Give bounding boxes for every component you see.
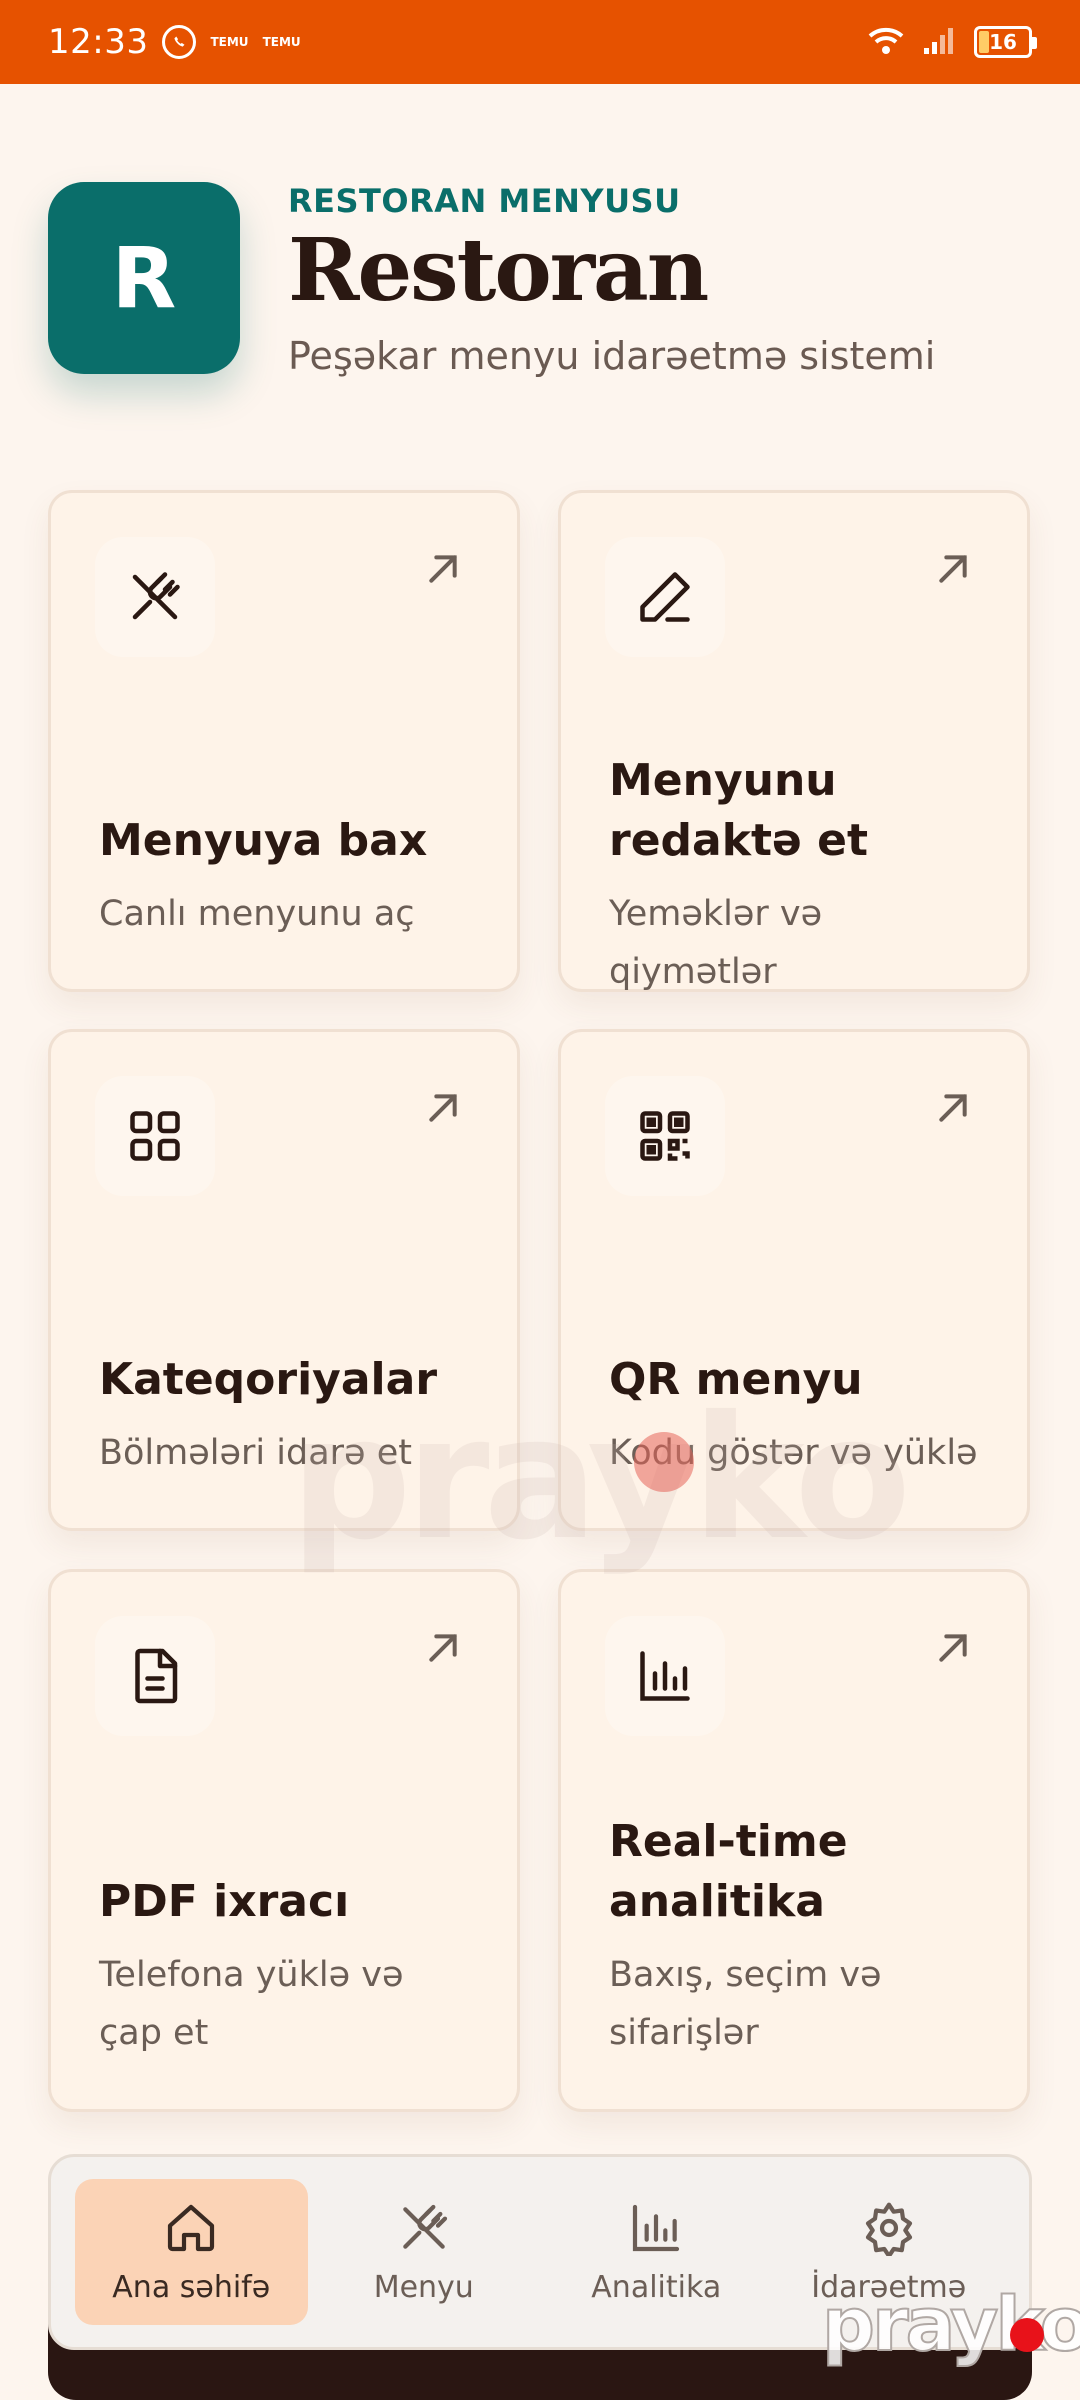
card-qr-menu[interactable]: QR menyu Kodu göstər və yüklə [558, 1029, 1030, 1531]
card-title: QR menyu [609, 1354, 863, 1405]
qr-code-icon [605, 1076, 725, 1196]
card-title: Real-time analitika [609, 1816, 848, 1927]
status-time: 12:33 [48, 22, 149, 62]
card-subtitle: Yeməklər və qiymətlər [609, 894, 823, 992]
app-header: R RESTORAN MENYUSU Restoran Peşəkar meny… [48, 182, 1038, 382]
card-title: Kateqoriyalar [99, 1354, 438, 1405]
gear-icon [865, 2202, 912, 2256]
page-title: Restoran [288, 220, 709, 321]
record-indicator [1010, 2318, 1044, 2352]
battery-level: 16 [989, 30, 1017, 54]
card-analytics[interactable]: Real-time analitika Baxış, seçim və sifa… [558, 1569, 1030, 2112]
arrow-up-right-icon [939, 1094, 967, 1122]
bar-chart-icon [633, 2204, 680, 2251]
card-categories[interactable]: Kateqoriyalar Bölmələri idarə et [48, 1029, 520, 1531]
fork-knife-icon [402, 2204, 447, 2249]
fork-knife-icon [95, 537, 215, 657]
card-pdf-export[interactable]: PDF ixracı Telefona yüklə və çap et [48, 1569, 520, 2112]
temu-icon: TEMU [263, 36, 301, 48]
battery-icon: 16 [974, 26, 1037, 58]
card-title: PDF ixracı [99, 1876, 350, 1927]
card-view-menu[interactable]: Menyuya bax Canlı menyunu aç [48, 490, 520, 992]
card-subtitle: Bölmələri idarə et [99, 1433, 412, 1473]
temu-icon: TEMU [210, 36, 248, 48]
card-subtitle: Baxış, seçim və sifarişlər [609, 1955, 882, 2053]
status-bar: 12:33 TEMU TEMU 16 [0, 0, 1080, 84]
nav-item-home[interactable]: Ana səhifə [75, 2179, 308, 2325]
touch-indicator [634, 1432, 694, 1492]
temu-label: TEMU [210, 35, 249, 49]
home-icon [168, 2204, 215, 2251]
arrow-up-right-icon [429, 555, 457, 583]
arrow-up-right-icon [429, 1094, 457, 1122]
header-eyebrow: RESTORAN MENYUSU [288, 182, 681, 220]
app-logo: R [48, 182, 240, 374]
bar-chart-icon [605, 1616, 725, 1736]
logo-letter: R [111, 229, 177, 327]
document-icon [95, 1616, 215, 1736]
temu-label: TEMU [262, 35, 301, 49]
nav-item-menu[interactable]: Menyu [308, 2179, 541, 2325]
wifi-icon [866, 24, 906, 60]
nav-item-label: Ana səhifə [112, 2269, 271, 2305]
nav-item-label: Analitika [591, 2269, 722, 2305]
card-title: Menyuya bax [99, 815, 428, 866]
grid-icon [95, 1076, 215, 1196]
arrow-up-right-icon [939, 555, 967, 583]
card-subtitle: Telefona yüklə və çap et [99, 1955, 404, 2053]
arrow-up-right-icon [429, 1634, 457, 1662]
card-subtitle: Canlı menyunu aç [99, 894, 415, 934]
card-edit-menu[interactable]: Menyunu redaktə et Yeməklər və qiymətlər [558, 490, 1030, 992]
card-title: Menyunu redaktə et [609, 755, 869, 866]
arrow-up-right-icon [939, 1634, 967, 1662]
pencil-icon [605, 537, 725, 657]
whatsapp-icon [162, 25, 197, 59]
nav-item-analytics[interactable]: Analitika [540, 2179, 773, 2325]
nav-item-label: Menyu [373, 2269, 474, 2305]
page-subtitle: Peşəkar menyu idarəetmə sistemi [288, 334, 936, 378]
signal-icon [922, 24, 958, 60]
